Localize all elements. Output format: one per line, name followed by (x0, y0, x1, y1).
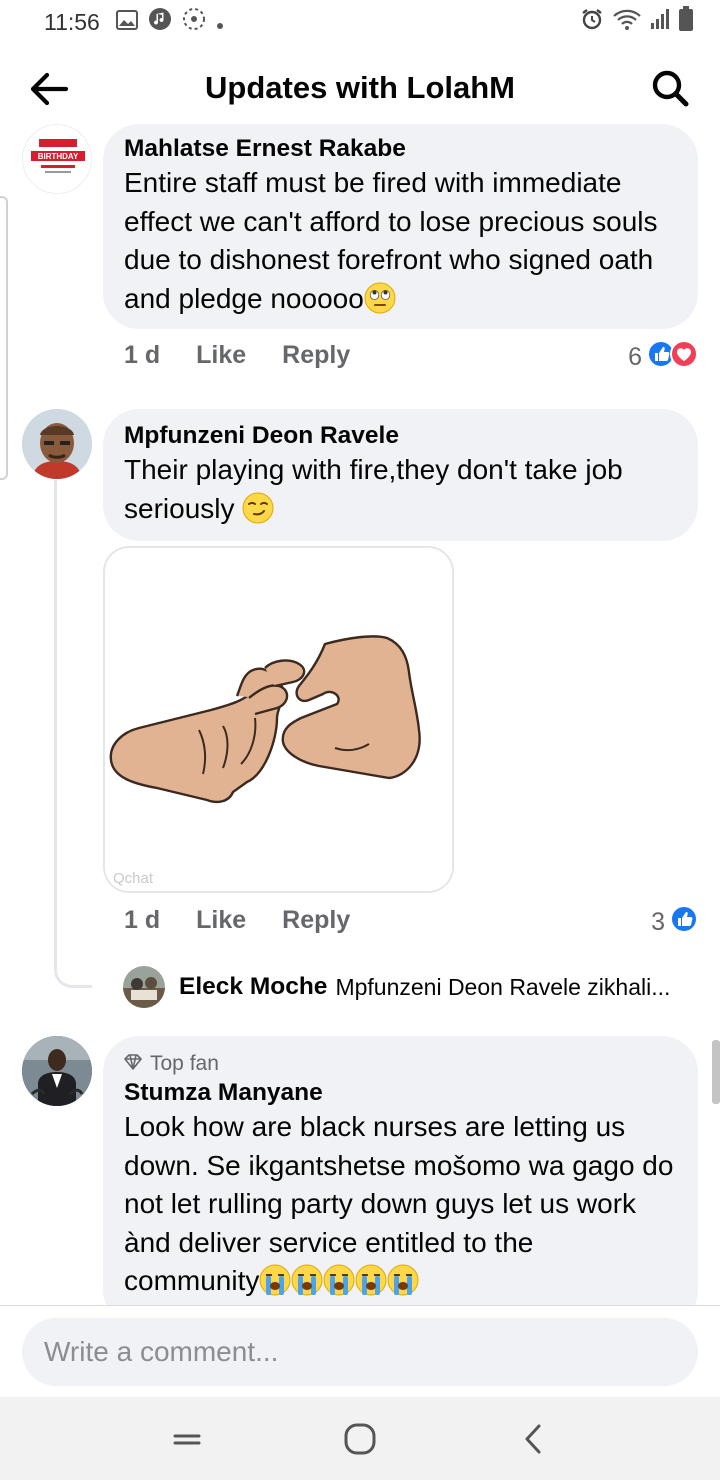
diamond-icon (124, 1050, 142, 1078)
eye-roll-emoji-icon (364, 282, 396, 314)
thread-connector (54, 480, 92, 988)
back-arrow-icon[interactable] (28, 68, 70, 110)
reaction-summary[interactable]: 6 (628, 340, 698, 375)
avatar-text: BIRTHDAY (38, 152, 79, 161)
system-back-icon[interactable] (503, 1409, 563, 1469)
reply-button[interactable]: Reply (282, 341, 350, 370)
comment-actions: 1 d Like Reply (124, 341, 350, 370)
love-reaction-icon (670, 340, 698, 375)
comment-author[interactable]: Mahlatse Ernest Rakabe (124, 134, 676, 164)
status-right (580, 6, 694, 38)
comment-bubble[interactable]: Top fan Stumza Manyane Look how are blac… (103, 1036, 698, 1326)
comment-input[interactable] (22, 1318, 698, 1386)
finger-hook-sticker-icon (109, 635, 421, 804)
comment-author[interactable]: Stumza Manyane (124, 1078, 676, 1108)
avatar[interactable]: BIRTHDAY (22, 124, 92, 194)
like-button[interactable]: Like (196, 906, 246, 935)
music-icon (148, 7, 172, 37)
loudly-crying-emoji-icon (387, 1264, 419, 1296)
like-button[interactable]: Like (196, 341, 246, 370)
battery-icon (678, 6, 694, 38)
avatar[interactable] (123, 966, 165, 1008)
comment-composer (0, 1305, 720, 1397)
comment-text: Their playing with fire,they don't take … (124, 451, 676, 528)
sticker-watermark: Qchat (113, 870, 154, 887)
status-time: 11:56 (44, 8, 100, 35)
reaction-summary[interactable]: 3 (651, 905, 698, 940)
recent-apps-icon[interactable] (157, 1409, 217, 1469)
top-fan-label: Top fan (150, 1052, 219, 1075)
sticker-image[interactable]: Qchat (103, 546, 454, 893)
scrollbar-thumb[interactable] (712, 1040, 720, 1104)
avatar[interactable] (22, 1036, 92, 1106)
avatar[interactable] (22, 409, 92, 479)
reply-preview[interactable]: Eleck Moche Mpfunzeni Deon Ravele zikhal… (123, 966, 703, 1008)
reaction-count: 3 (651, 908, 665, 936)
comment-age: 1 d (124, 341, 161, 369)
top-fan-badge: Top fan (124, 1050, 676, 1078)
loudly-crying-emoji-icon (259, 1264, 291, 1296)
comment-bubble[interactable]: Mahlatse Ernest Rakabe Entire staff must… (103, 124, 698, 329)
loudly-crying-emoji-icon (323, 1264, 355, 1296)
crying-emoji-group (259, 1264, 419, 1296)
reply-author[interactable]: Eleck Moche (179, 973, 327, 1001)
alarm-icon (580, 7, 604, 37)
reply-snippet: Mpfunzeni Deon Ravele zikhali... (335, 973, 671, 1000)
reaction-count: 6 (628, 343, 642, 371)
gallery-icon (115, 9, 138, 36)
left-edge-handle[interactable] (0, 196, 8, 480)
home-icon[interactable] (330, 1409, 390, 1469)
dot-icon (216, 9, 224, 36)
status-bar: 11:56 (0, 0, 720, 44)
comment-author[interactable]: Mpfunzeni Deon Ravele (124, 421, 676, 451)
comment-text: Entire staff must be fired with immediat… (124, 164, 676, 318)
comment-text: Look how are black nurses are letting us… (124, 1108, 676, 1301)
reply-button[interactable]: Reply (282, 906, 350, 935)
wifi-icon (612, 7, 642, 37)
system-nav-bar (0, 1397, 720, 1480)
comment-actions: 1 d Like Reply (124, 906, 350, 935)
page-title: Updates with LolahM (205, 70, 515, 105)
like-reaction-icon (670, 905, 698, 940)
app-root: 11:56 Updates with LolahM BIRTHDAY Mahla… (0, 0, 720, 1480)
signal-icon (650, 8, 670, 36)
loudly-crying-emoji-icon (355, 1264, 387, 1296)
smirk-emoji-icon (242, 492, 274, 524)
search-icon[interactable] (650, 68, 690, 108)
comment-bubble[interactable]: Mpfunzeni Deon Ravele Their playing with… (103, 409, 698, 541)
comment-age: 1 d (124, 906, 161, 934)
comment-text-body: Their playing with fire,they don't take … (124, 454, 623, 524)
loudly-crying-emoji-icon (291, 1264, 323, 1296)
sync-icon (182, 7, 206, 37)
top-app-bar: Updates with LolahM (0, 46, 720, 130)
